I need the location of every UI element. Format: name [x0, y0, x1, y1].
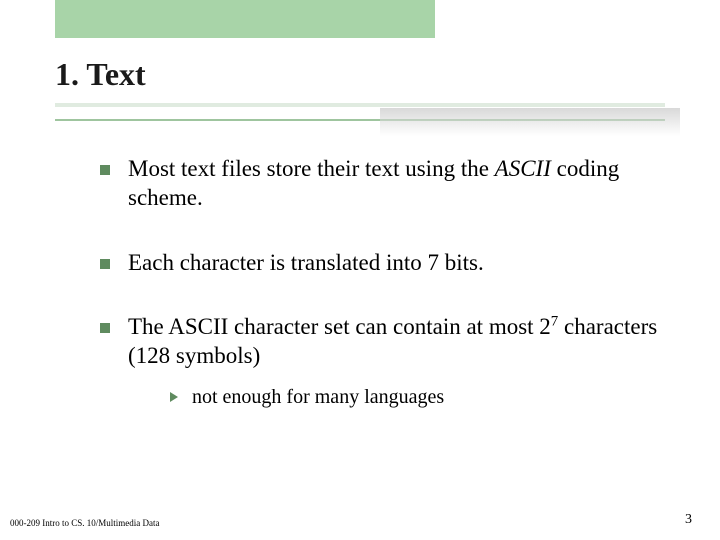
content-area: Most text files store their text using t… — [100, 155, 660, 410]
sub-bullet-item: not enough for many languages — [170, 385, 660, 410]
heading-area: 1. Text — [55, 56, 665, 107]
bullet-text: The ASCII character set can contain at m… — [128, 313, 660, 410]
footer-left: 000-209 Intro to CS. 10/Multimedia Data — [10, 518, 159, 528]
bullet-item: The ASCII character set can contain at m… — [100, 313, 660, 410]
slide-title: 1. Text — [55, 56, 665, 103]
text-run: Most text files store their text using t… — [128, 156, 495, 181]
square-bullet-icon — [100, 259, 110, 269]
slide-number: 3 — [685, 512, 692, 528]
text-run: The ASCII character set can contain at m… — [128, 314, 551, 339]
triangle-bullet-icon — [170, 392, 178, 402]
bullet-text: Each character is translated into 7 bits… — [128, 249, 484, 278]
bullet-item: Each character is translated into 7 bits… — [100, 249, 660, 278]
bullet-item: Most text files store their text using t… — [100, 155, 660, 213]
square-bullet-icon — [100, 165, 110, 175]
accent-bar — [55, 0, 435, 38]
italic-term: ASCII — [495, 156, 551, 181]
bullet-text: Most text files store their text using t… — [128, 155, 660, 213]
sub-bullet-text: not enough for many languages — [192, 385, 444, 410]
square-bullet-icon — [100, 323, 110, 333]
title-underline — [55, 103, 665, 107]
title-shadow — [380, 108, 680, 136]
